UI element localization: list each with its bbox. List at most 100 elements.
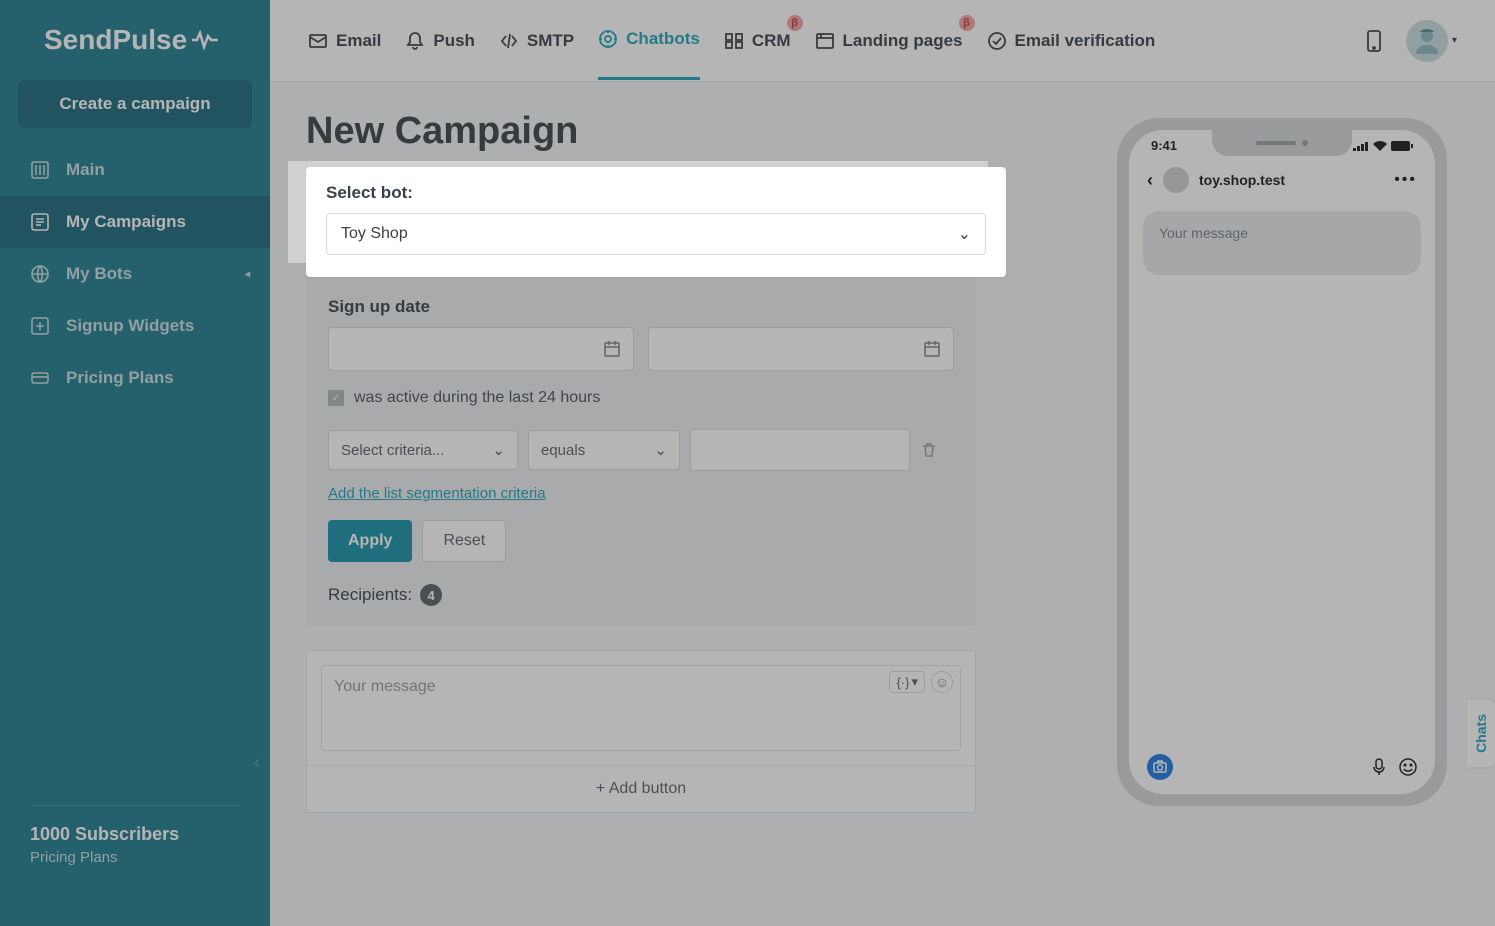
message-textarea[interactable]: Your message [321, 665, 961, 751]
logo[interactable]: SendPulse [0, 0, 270, 80]
more-icon[interactable]: ••• [1394, 171, 1417, 189]
criteria-placeholder: Select criteria... [341, 442, 444, 459]
phone-bottom-right [1371, 758, 1417, 776]
camera-icon[interactable] [1147, 754, 1173, 780]
selected-bot-value: Toy Shop [341, 225, 408, 243]
beta-badge: β [787, 15, 803, 31]
top-nav: Email Push SMTP Chatbots CRM β Landing p… [270, 0, 1495, 82]
tab-chatbots[interactable]: Chatbots [598, 1, 700, 80]
widget-icon [30, 316, 50, 336]
date-to-input[interactable] [648, 327, 954, 371]
tab-push[interactable]: Push [405, 3, 475, 79]
active-checkbox-row[interactable]: ✓ was active during the last 24 hours [328, 389, 954, 407]
phone-screen: 9:41 ‹ toy.shop.test ••• Your message [1129, 130, 1435, 794]
email-icon [308, 31, 328, 51]
crm-icon [724, 31, 744, 51]
phone-time: 9:41 [1151, 138, 1177, 153]
chevron-down-icon: ⌄ [654, 441, 667, 459]
button-row: Apply Reset [328, 520, 954, 562]
bot-avatar [1163, 167, 1189, 193]
calendar-icon [923, 340, 941, 358]
add-criteria-link[interactable]: Add the list segmentation criteria [328, 485, 546, 502]
bot-select[interactable]: Toy Shop ⌄ [326, 213, 986, 255]
tab-label: SMTP [527, 31, 574, 51]
campaigns-icon [30, 212, 50, 232]
bot-select-section: Select bot: Toy Shop ⌄ [306, 167, 1006, 277]
sidebar-item-campaigns[interactable]: My Campaigns [0, 196, 270, 248]
sliders-icon [30, 160, 50, 180]
chevron-down-icon: ⌄ [958, 224, 971, 244]
phone-preview: 9:41 ‹ toy.shop.test ••• Your message [1117, 118, 1447, 806]
chatbot-icon [598, 29, 618, 49]
create-campaign-button[interactable]: Create a campaign [18, 80, 252, 128]
code-icon [499, 31, 519, 51]
sidebar-item-label: Signup Widgets [66, 316, 194, 336]
textarea-tools: {·}▾ ☺ [889, 671, 953, 693]
chevron-left-icon: ◂ [245, 269, 250, 280]
calendar-icon [603, 340, 621, 358]
tab-label: Chatbots [626, 29, 700, 49]
bot-name: toy.shop.test [1199, 172, 1384, 188]
date-row [328, 327, 954, 371]
tab-verification[interactable]: Email verification [987, 3, 1156, 79]
message-section: Your message {·}▾ ☺ + Add button [306, 650, 976, 813]
emoji-icon[interactable] [1399, 758, 1417, 776]
caret-down-icon: ▾ [911, 674, 918, 690]
trash-icon[interactable] [920, 441, 938, 459]
reset-button[interactable]: Reset [422, 520, 506, 562]
chats-side-tab[interactable]: Chats [1467, 700, 1495, 767]
back-icon[interactable]: ‹ [1147, 170, 1153, 191]
tab-email[interactable]: Email [308, 3, 381, 79]
camera-dot-icon [1302, 140, 1308, 146]
message-row: Your message {·}▾ ☺ [307, 651, 975, 766]
mobile-icon[interactable] [1366, 30, 1382, 52]
criteria-value-input[interactable] [690, 429, 910, 471]
sidebar: SendPulse Create a campaign Main My Camp… [0, 0, 270, 926]
sidebar-footer: 1000 Subscribers Pricing Plans [0, 805, 270, 866]
sidebar-item-label: My Bots [66, 264, 132, 284]
operator-value: equals [541, 442, 585, 459]
message-bubble: Your message [1143, 211, 1421, 275]
mic-icon[interactable] [1371, 758, 1387, 776]
nav-tabs: Email Push SMTP Chatbots CRM β Landing p… [308, 1, 1155, 80]
collapse-sidebar-button[interactable]: ‹ [250, 748, 264, 777]
add-button-action[interactable]: + Add button [307, 766, 975, 812]
recipients-count-badge: 4 [420, 584, 442, 606]
criteria-operator-select[interactable]: equals ⌄ [528, 430, 680, 470]
speaker-icon [1256, 141, 1296, 145]
criteria-row: Select criteria... ⌄ equals ⌄ [328, 429, 954, 471]
pricing-link[interactable]: Pricing Plans [30, 849, 240, 866]
caret-down-icon: ▾ [1452, 35, 1457, 46]
topnav-right: ▾ [1366, 20, 1457, 62]
landing-icon [815, 31, 835, 51]
sidebar-item-label: Main [66, 160, 105, 180]
tab-label: Landing pages [843, 31, 963, 51]
beta-badge: β [959, 15, 975, 31]
user-menu[interactable]: ▾ [1406, 20, 1457, 62]
variable-insert-button[interactable]: {·}▾ [889, 671, 925, 693]
filter-section: Sign up date ✓ was active during the las… [306, 277, 976, 626]
tab-label: Email verification [1015, 31, 1156, 51]
recipients-row: Recipients: 4 [328, 584, 954, 606]
sidebar-item-bots[interactable]: My Bots ◂ [0, 248, 270, 300]
avatar [1406, 20, 1448, 62]
phone-header: ‹ toy.shop.test ••• [1129, 153, 1435, 203]
tab-crm[interactable]: CRM β [724, 3, 791, 79]
apply-button[interactable]: Apply [328, 520, 412, 562]
divider [30, 805, 240, 806]
checkbox-checked-icon: ✓ [328, 390, 344, 406]
tab-label: CRM [752, 31, 791, 51]
sidebar-item-widgets[interactable]: Signup Widgets [0, 300, 270, 352]
bell-icon [405, 31, 425, 51]
phone-body: Your message [1129, 203, 1435, 283]
pulse-icon [191, 30, 219, 50]
date-from-input[interactable] [328, 327, 634, 371]
sidebar-item-main[interactable]: Main [0, 144, 270, 196]
emoji-button[interactable]: ☺ [931, 671, 953, 693]
tab-landing[interactable]: Landing pages β [815, 3, 963, 79]
sidebar-item-pricing[interactable]: Pricing Plans [0, 352, 270, 404]
sidebar-item-label: My Campaigns [66, 212, 186, 232]
tab-smtp[interactable]: SMTP [499, 3, 574, 79]
criteria-field-select[interactable]: Select criteria... ⌄ [328, 430, 518, 470]
status-icons [1353, 138, 1413, 153]
